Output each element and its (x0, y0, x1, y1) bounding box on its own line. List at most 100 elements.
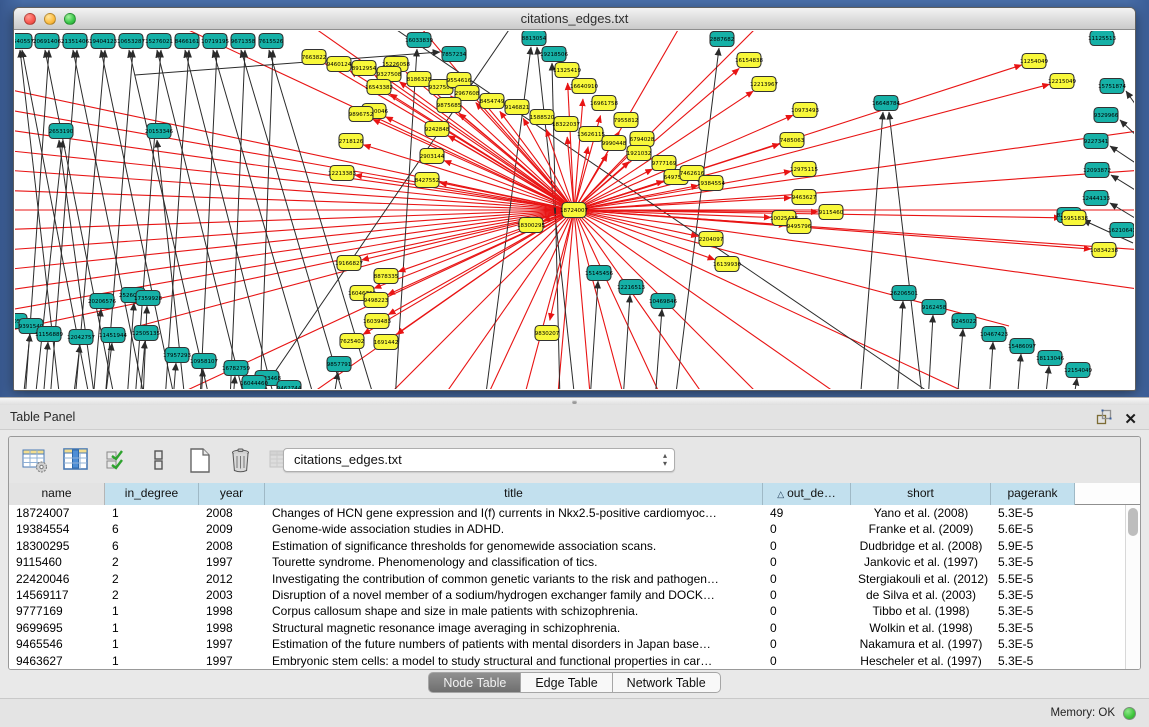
graph-node[interactable]: 16782759 (222, 361, 250, 376)
table-row[interactable]: 1830029562008Estimation of significance … (9, 538, 1140, 554)
graph-node[interactable]: 12444133 (1082, 191, 1110, 206)
column-header-name[interactable]: name (9, 483, 105, 505)
table-row[interactable]: 977716911998Corpus callosum shape and si… (9, 603, 1140, 619)
graph-node[interactable]: 9830207 (535, 326, 560, 341)
graph-node[interactable]: 8454749 (480, 94, 505, 109)
tab-node-table[interactable]: Node Table (428, 672, 521, 693)
graph-node[interactable]: 10719195 (201, 34, 229, 49)
graph-node[interactable]: 11325419 (553, 63, 581, 78)
graph-node[interactable]: 1588520 (530, 110, 555, 125)
graph-node[interactable]: 16139930 (713, 257, 741, 272)
graph-node[interactable]: 2903144 (420, 149, 445, 164)
graph-node[interactable]: 8878335 (374, 269, 399, 284)
graph-node[interactable]: 7663822 (302, 50, 327, 65)
graph-node[interactable]: 9329966 (1094, 108, 1119, 123)
panel-divider[interactable] (0, 397, 1149, 405)
graph-node[interactable]: 9460124 (327, 57, 352, 72)
graph-node[interactable]: 12042757 (67, 330, 95, 345)
column-header-short[interactable]: short (851, 483, 991, 505)
graph-node[interactable]: 11156889 (35, 327, 63, 342)
graph-node[interactable]: 20153346 (145, 124, 173, 139)
graph-node[interactable]: 1921032 (627, 146, 652, 161)
table-row[interactable]: 911546021997Tourette syndrome. Phenomeno… (9, 554, 1140, 570)
graph-node[interactable]: 16640910 (570, 79, 598, 94)
graph-node[interactable]: 19404123 (89, 34, 117, 49)
graph-node[interactable]: 9875685 (437, 98, 462, 113)
graph-node[interactable]: 2718126 (339, 134, 364, 149)
network-window-titlebar[interactable]: citations_edges.txt (14, 8, 1135, 30)
graph-node[interactable]: 9162458 (922, 300, 947, 315)
minimize-window-button[interactable] (44, 13, 56, 25)
graph-node[interactable]: 12216513 (617, 280, 645, 295)
graph-node[interactable]: 11125513 (1088, 31, 1116, 46)
table-row[interactable]: 1872400712008Changes of HCN gene express… (9, 505, 1140, 521)
graph-node[interactable]: 1691442 (374, 335, 399, 350)
graph-node[interactable]: 11451944 (99, 328, 127, 343)
column-header-title[interactable]: title (265, 483, 763, 505)
graph-node[interactable]: 21351406 (61, 34, 89, 49)
graph-node[interactable]: 9896752 (349, 107, 374, 122)
graph-node[interactable]: 18113046 (1036, 351, 1064, 366)
graph-node[interactable]: 15145456 (585, 266, 613, 281)
tab-network-table[interactable]: Network Table (613, 672, 721, 693)
graph-node[interactable]: 8813054 (522, 31, 547, 46)
graph-node[interactable]: 16044460 (240, 376, 268, 390)
graph-node[interactable]: 7955812 (614, 113, 639, 128)
graph-node[interactable]: 9245022 (952, 314, 977, 329)
graph-node[interactable]: 19384554 (697, 176, 725, 191)
column-header-year[interactable]: year (199, 483, 265, 505)
close-window-button[interactable] (24, 13, 36, 25)
graph-node[interactable]: 9990448 (602, 136, 627, 151)
graph-node[interactable]: 16154838 (735, 53, 763, 68)
graph-node[interactable]: 12093872 (1083, 163, 1111, 178)
graph-node[interactable]: 15951838 (1060, 211, 1088, 226)
graph-node[interactable]: 9495796 (787, 219, 812, 234)
table-row[interactable]: 946362711997Embryonic stem cells: a mode… (9, 653, 1140, 669)
graph-node[interactable]: 6794028 (630, 132, 655, 147)
graph-node[interactable]: 18540557 (15, 34, 34, 49)
network-table-select[interactable]: citations_edges.txt ▴▾ (283, 448, 675, 472)
graph-node[interactable]: 8427552 (415, 173, 440, 188)
graph-node[interactable]: 13626115 (577, 127, 605, 142)
table-settings-icon[interactable] (21, 446, 49, 474)
graph-node[interactable]: 9146821 (505, 100, 530, 115)
graph-node[interactable]: 9462744 (277, 381, 302, 390)
table-scrollbar[interactable] (1125, 505, 1140, 670)
graph-node[interactable]: 7615526 (259, 34, 284, 49)
graph-node[interactable]: 16039483 (363, 314, 391, 329)
divider-grip-icon[interactable] (572, 400, 577, 404)
graph-node[interactable]: 18724007 (560, 203, 588, 218)
graph-node[interactable]: 16648784 (872, 96, 900, 111)
new-table-icon[interactable] (185, 446, 213, 474)
graph-node[interactable]: 16961758 (590, 96, 618, 111)
graph-node[interactable]: 12215049 (1048, 74, 1076, 89)
graph-node[interactable]: 7625402 (340, 334, 365, 349)
graph-node[interactable]: 9777169 (652, 156, 677, 171)
scrollbar-thumb[interactable] (1128, 508, 1138, 536)
table-row[interactable]: 2242004622012Investigating the contribut… (9, 571, 1140, 587)
graph-node[interactable]: 12213383 (328, 166, 356, 181)
graph-node[interactable]: 12213967 (750, 77, 778, 92)
graph-node[interactable]: 16210643 (1108, 223, 1134, 238)
tab-edge-table[interactable]: Edge Table (521, 672, 612, 693)
graph-node[interactable]: 2204097 (699, 232, 724, 247)
graph-node[interactable]: 20691406 (33, 34, 61, 49)
close-panel-icon[interactable]: ✕ (1124, 412, 1137, 428)
select-rows-icon[interactable] (103, 446, 131, 474)
zoom-window-button[interactable] (64, 13, 76, 25)
graph-node[interactable]: 8912954 (352, 61, 377, 76)
graph-node[interactable]: 9463627 (792, 190, 817, 205)
table-row[interactable]: 969969511998Structural magnetic resonanc… (9, 620, 1140, 636)
graph-node[interactable]: 2653190 (49, 124, 74, 139)
graph-node[interactable]: 19218506 (540, 47, 568, 62)
graph-node[interactable]: 9115460 (819, 205, 844, 220)
graph-node[interactable]: 11254049 (1020, 54, 1048, 69)
graph-node[interactable]: 2887682 (710, 32, 735, 47)
graph-node[interactable]: 26206501 (890, 286, 918, 301)
table-row[interactable]: 946554611997Estimation of the future num… (9, 636, 1140, 652)
graph-node[interactable]: 10834238 (1090, 243, 1118, 258)
graph-node[interactable]: 12154049 (1064, 363, 1092, 378)
graph-node[interactable]: 18300295 (517, 218, 545, 233)
graph-node[interactable]: 16033839 (405, 33, 433, 48)
graph-node[interactable]: 9671358 (231, 34, 256, 49)
